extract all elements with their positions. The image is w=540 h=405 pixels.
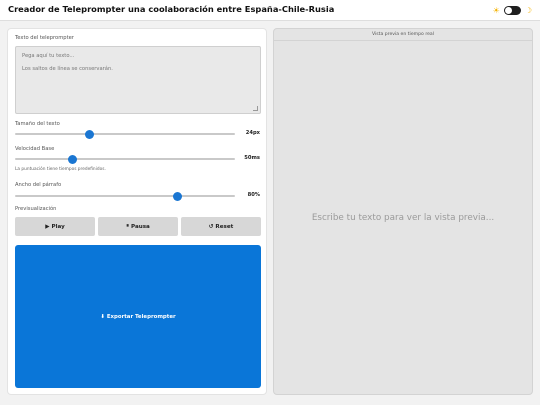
preview-empty-message: Escribe tu texto para ver la vista previ… — [311, 213, 495, 223]
pause-button[interactable]: ⏸ Pausa — [98, 217, 178, 236]
preview-panel: Vista previa en tiempo real Escribe tu t… — [273, 28, 533, 395]
play-button-label: Play — [51, 223, 65, 230]
reset-button[interactable]: ↺ Reset — [181, 217, 261, 236]
play-icon: ▶ — [45, 223, 50, 230]
base-speed-slider[interactable] — [15, 154, 235, 164]
pause-icon: ⏸ — [126, 223, 129, 229]
sun-icon: ☀ — [492, 5, 500, 15]
base-speed-slider-thumb[interactable] — [67, 154, 77, 164]
theme-toggle[interactable]: ☀ ☽ — [493, 5, 532, 16]
preview-title: Vista previa en tiempo real — [274, 29, 532, 41]
pause-button-label: Pausa — [131, 223, 150, 230]
theme-switch[interactable] — [503, 6, 521, 15]
reset-button-label: Reset — [215, 223, 234, 230]
base-speed-value: 50ms — [244, 155, 260, 161]
teleprompter-text-label: Texto del teleprompter — [15, 35, 74, 41]
paragraph-width-slider[interactable] — [15, 191, 235, 201]
teleprompter-text-input[interactable]: Pega aquí tu texto... Los saltos de líne… — [15, 46, 261, 114]
paragraph-width-value: 80% — [247, 192, 260, 198]
font-size-label: Tamaño del texto — [15, 121, 60, 127]
speed-hint: La puntuación tiene tiempos predefinidos… — [15, 167, 106, 172]
app-header: Creador de Teleprompter una coolaboració… — [0, 0, 540, 21]
preview-controls-label: Previsualización — [15, 206, 57, 212]
app-title: Creador de Teleprompter una coolaboració… — [8, 4, 335, 14]
moon-icon: ☽ — [524, 5, 532, 15]
export-button-label: Exportar Teleprompter — [106, 313, 176, 320]
editor-panel: Texto del teleprompter Pega aquí tu text… — [7, 28, 267, 395]
paragraph-width-label: Ancho del párrafo — [15, 182, 62, 188]
placeholder-line-2: Los saltos de línea se conservarán. — [22, 65, 113, 72]
font-size-value: 24px — [245, 130, 260, 136]
theme-switch-knob — [504, 7, 512, 14]
font-size-slider[interactable] — [15, 129, 235, 139]
resize-handle-icon[interactable] — [253, 106, 258, 111]
download-icon: ⬇ — [100, 313, 105, 320]
base-speed-label: Velocidad Base — [15, 146, 55, 152]
reset-icon: ↺ — [208, 223, 214, 230]
paragraph-width-slider-thumb[interactable] — [173, 191, 183, 201]
font-size-slider-thumb[interactable] — [85, 129, 95, 139]
export-teleprompter-button[interactable]: ⬇ Exportar Teleprompter — [15, 245, 261, 388]
play-button[interactable]: ▶ Play — [15, 217, 95, 236]
placeholder-line-1: Pega aquí tu texto... — [22, 53, 75, 59]
